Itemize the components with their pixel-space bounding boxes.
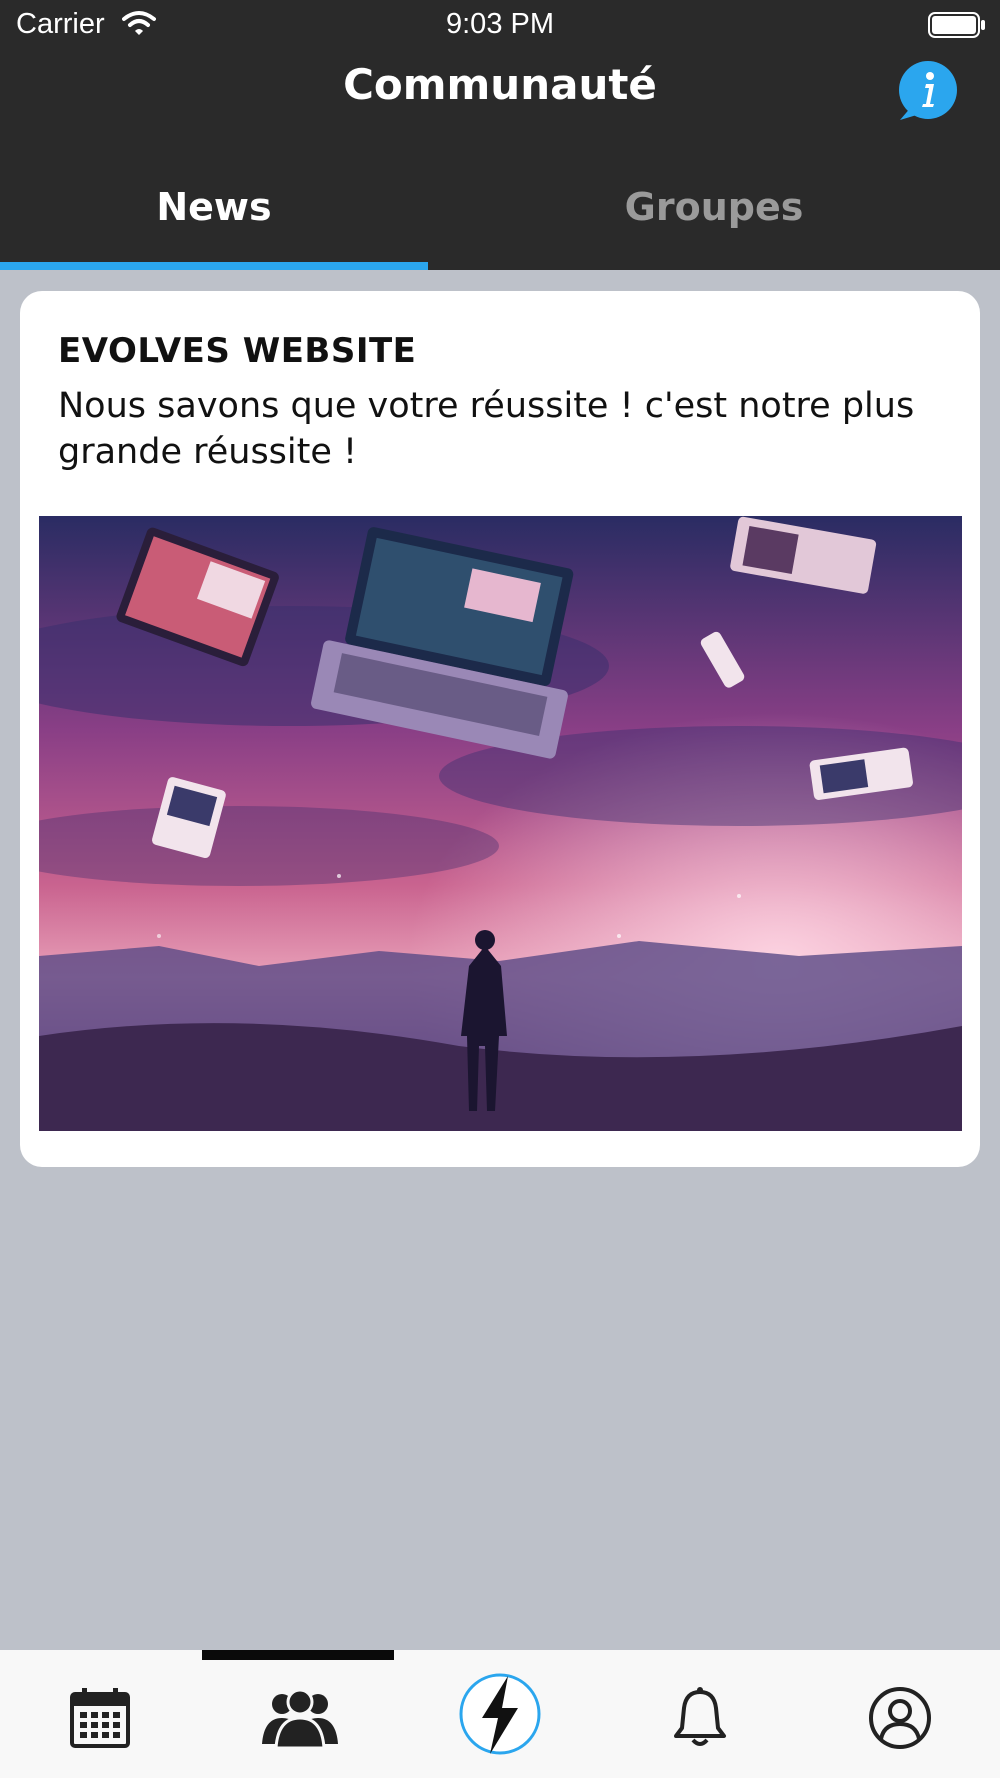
post-image-illustration (39, 516, 962, 1131)
active-tab-indicator (0, 262, 428, 270)
top-bar: Carrier 9:03 PM Communauté News Groupes (0, 0, 1000, 270)
community-icon (262, 1688, 338, 1750)
info-icon[interactable] (896, 60, 960, 124)
news-card[interactable]: EVOLVES WEBSITE Nous savons que votre ré… (20, 291, 980, 1167)
battery-icon (928, 12, 985, 38)
profile-icon (869, 1687, 931, 1749)
tab-activity[interactable] (400, 1650, 600, 1778)
tab-news[interactable]: News (0, 185, 428, 229)
post-author: EVOLVES WEBSITE (58, 331, 417, 371)
lightning-icon (459, 1673, 541, 1755)
tab-groupes[interactable]: Groupes (500, 185, 928, 229)
calendar-icon (70, 1688, 130, 1748)
bell-icon (674, 1687, 726, 1746)
tab-notifications[interactable] (600, 1650, 800, 1778)
page-title: Communauté (343, 60, 657, 109)
carrier-label: Carrier (16, 8, 105, 40)
tab-community[interactable] (200, 1650, 400, 1778)
tab-profile[interactable] (800, 1650, 1000, 1778)
tab-calendar[interactable] (0, 1650, 200, 1778)
wifi-icon (122, 11, 156, 35)
post-text: Nous savons que votre réussite ! c'est n… (58, 386, 915, 472)
post-image[interactable] (39, 516, 962, 1131)
bottom-tab-bar (0, 1650, 1000, 1778)
